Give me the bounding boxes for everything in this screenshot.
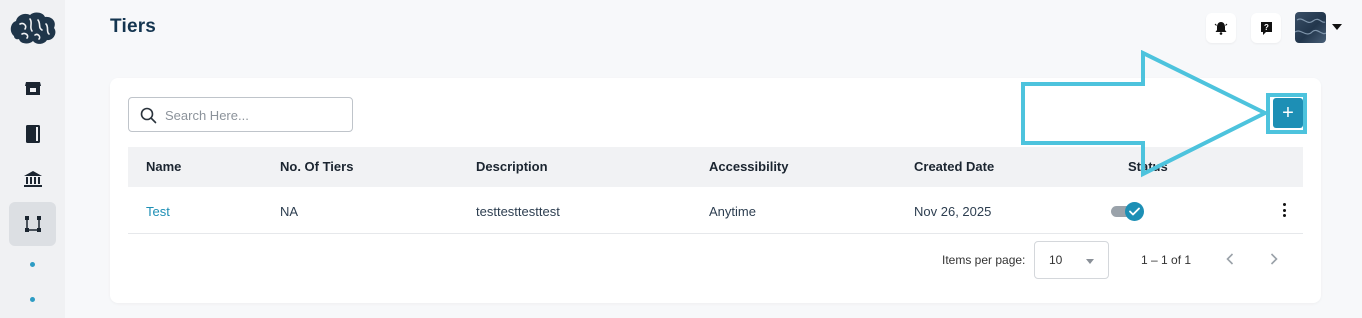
column-header-accessibility: Accessibility: [709, 159, 789, 174]
chevron-left-icon: [1226, 253, 1234, 265]
sidebar-item-tiers[interactable]: [9, 202, 56, 246]
sidebar-item-book[interactable]: [9, 112, 56, 156]
toggle-thumb: [1125, 202, 1144, 221]
help-button[interactable]: ?: [1251, 13, 1281, 43]
search-icon: [140, 107, 157, 124]
previous-page-button[interactable]: [1221, 250, 1239, 268]
user-avatar[interactable]: [1295, 12, 1326, 43]
pagination-range: 1 – 1 of 1: [1141, 253, 1192, 267]
sidebar-subitem-dot[interactable]: [30, 297, 35, 302]
page-title: Tiers: [110, 16, 157, 37]
column-header-tiers: No. Of Tiers: [280, 159, 354, 174]
notification-button[interactable]: [1206, 13, 1236, 43]
tier-count: NA: [280, 204, 299, 219]
tier-accessibility: Anytime: [709, 204, 756, 219]
column-header-name: Name: [146, 159, 182, 174]
sidebar: [0, 0, 65, 318]
avatar-dropdown-caret-icon[interactable]: [1332, 24, 1342, 30]
brain-logo[interactable]: [8, 10, 58, 46]
chevron-down-icon: [1086, 259, 1094, 264]
chevron-right-icon: [1270, 253, 1278, 265]
callout-highlight-box: [1266, 93, 1307, 134]
sidebar-item-store[interactable]: [9, 66, 56, 110]
status-toggle[interactable]: [1111, 202, 1145, 221]
avatar-pattern-icon: [1295, 18, 1326, 35]
tier-description: testtesttesttest: [476, 204, 560, 219]
tier-name-link[interactable]: Test: [146, 204, 170, 219]
sidebar-subitem-dot[interactable]: [30, 262, 35, 267]
notification-bell-icon: [1214, 22, 1228, 35]
search-input[interactable]: [165, 104, 345, 126]
search-box[interactable]: [128, 97, 353, 132]
tiers-icon: [24, 216, 41, 232]
row-actions-menu-icon[interactable]: [1276, 201, 1292, 219]
help-icon: ?: [1260, 21, 1272, 35]
next-page-button[interactable]: [1265, 250, 1283, 268]
svg-text:?: ?: [1264, 23, 1269, 32]
tier-created-date: Nov 26, 2025: [914, 204, 992, 219]
callout-arrow-annotation: [1021, 50, 1307, 178]
items-per-page-select[interactable]: 10: [1034, 241, 1109, 279]
items-per-page-value: 10: [1049, 253, 1063, 267]
items-per-page-label: Items per page:: [942, 253, 1026, 267]
book-icon: [25, 125, 40, 143]
bank-icon: [23, 171, 42, 187]
column-header-description: Description: [476, 159, 548, 174]
column-header-created-date: Created Date: [914, 159, 995, 174]
check-icon: [1129, 207, 1140, 216]
sidebar-item-bank[interactable]: [9, 157, 56, 201]
store-icon: [24, 82, 41, 95]
